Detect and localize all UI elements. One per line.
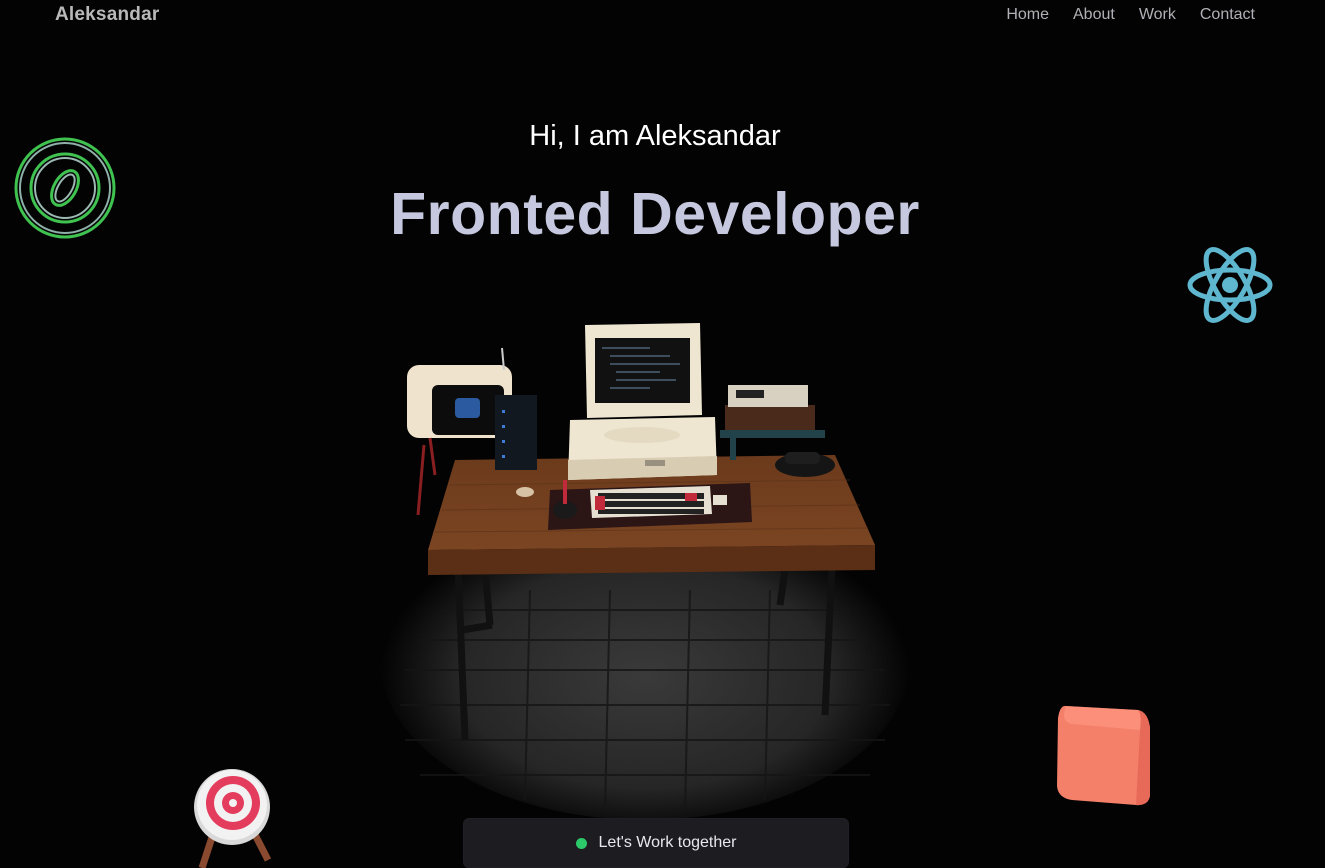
nav-about[interactable]: About [1073,6,1115,24]
nav-work[interactable]: Work [1139,6,1176,24]
work-together-button[interactable]: Let's Work together [463,818,849,868]
hero-headline: Fronted Developer [390,181,920,247]
nav-contact[interactable]: Contact [1200,6,1255,24]
cta-label: Let's Work together [598,834,737,851]
hero-greeting: Hi, I am Aleksandar [529,120,781,152]
nav-home[interactable]: Home [1006,6,1049,24]
desk-scene [380,323,910,820]
vue-rings-icon [14,137,116,239]
brand-logo[interactable]: Aleksandar [55,4,159,26]
main-nav: Home About Work Contact [982,6,1255,24]
status-dot-icon [575,837,587,849]
cube-icon [1057,705,1150,806]
target-icon [194,769,272,868]
react-atom-icon [1187,247,1273,323]
